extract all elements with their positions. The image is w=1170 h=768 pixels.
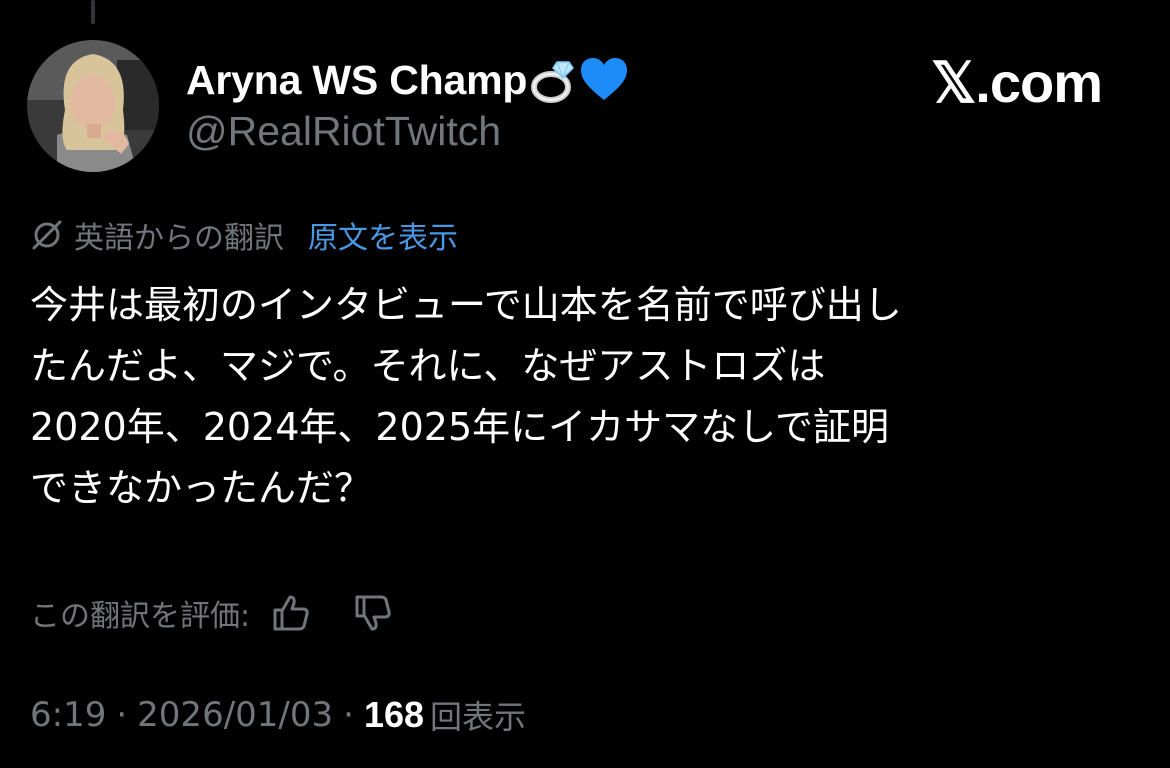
views-label: 回表示 (430, 698, 527, 736)
author-handle[interactable]: @RealRiotTwitch (186, 108, 501, 155)
translation-notice: 英語からの翻訳 原文を表示 (30, 212, 458, 258)
translate-icon (30, 218, 64, 252)
thumbs-down-icon (355, 595, 391, 631)
x-com-brand: 𝕏.com (931, 51, 1103, 114)
rate-translation-label: この翻訳を評価: (30, 599, 251, 634)
tweet-time[interactable]: 6:19 (30, 695, 106, 735)
thread-connector-line (91, 0, 95, 24)
author-display-name[interactable]: Aryna WS Champ (186, 57, 527, 104)
thumbs-up-icon (273, 595, 309, 631)
view-count[interactable]: 168 (364, 694, 424, 736)
thumbs-up-button[interactable] (268, 590, 314, 636)
show-original-link[interactable]: 原文を表示 (308, 213, 458, 257)
author-name-row[interactable]: Aryna WS Champ (186, 50, 629, 110)
tweet-text-line: できなかったんだ？ (30, 466, 373, 510)
avatar[interactable] (27, 40, 159, 172)
blue-heart-emoji (579, 56, 629, 104)
tweet-text: 今井は最初のインタビューで山本を名前で呼び出し たんだよ、マジで。それに、なぜア… (30, 275, 1130, 519)
tweet-meta: 6:19 · 2026/01/03 · 168 回表示 (30, 690, 526, 740)
meta-separator: · (116, 695, 128, 735)
tweet-text-line: 今井は最初のインタビューで山本を名前で呼び出し (30, 283, 902, 327)
meta-separator: · (343, 695, 354, 735)
avatar-photo (27, 40, 159, 172)
rate-translation-row: この翻訳を評価: (30, 590, 396, 636)
thumbs-down-button[interactable] (350, 590, 396, 636)
tweet-text-line: 2020年、2024年、2025年にイカサマなしで証明 (30, 405, 889, 449)
ring-emoji (529, 56, 577, 104)
tweet-text-line: たんだよ、マジで。それに、なぜアストロズは (30, 344, 826, 388)
translated-from-label: 英語からの翻訳 (74, 221, 284, 256)
tweet-date[interactable]: 2026/01/03 (137, 695, 333, 735)
